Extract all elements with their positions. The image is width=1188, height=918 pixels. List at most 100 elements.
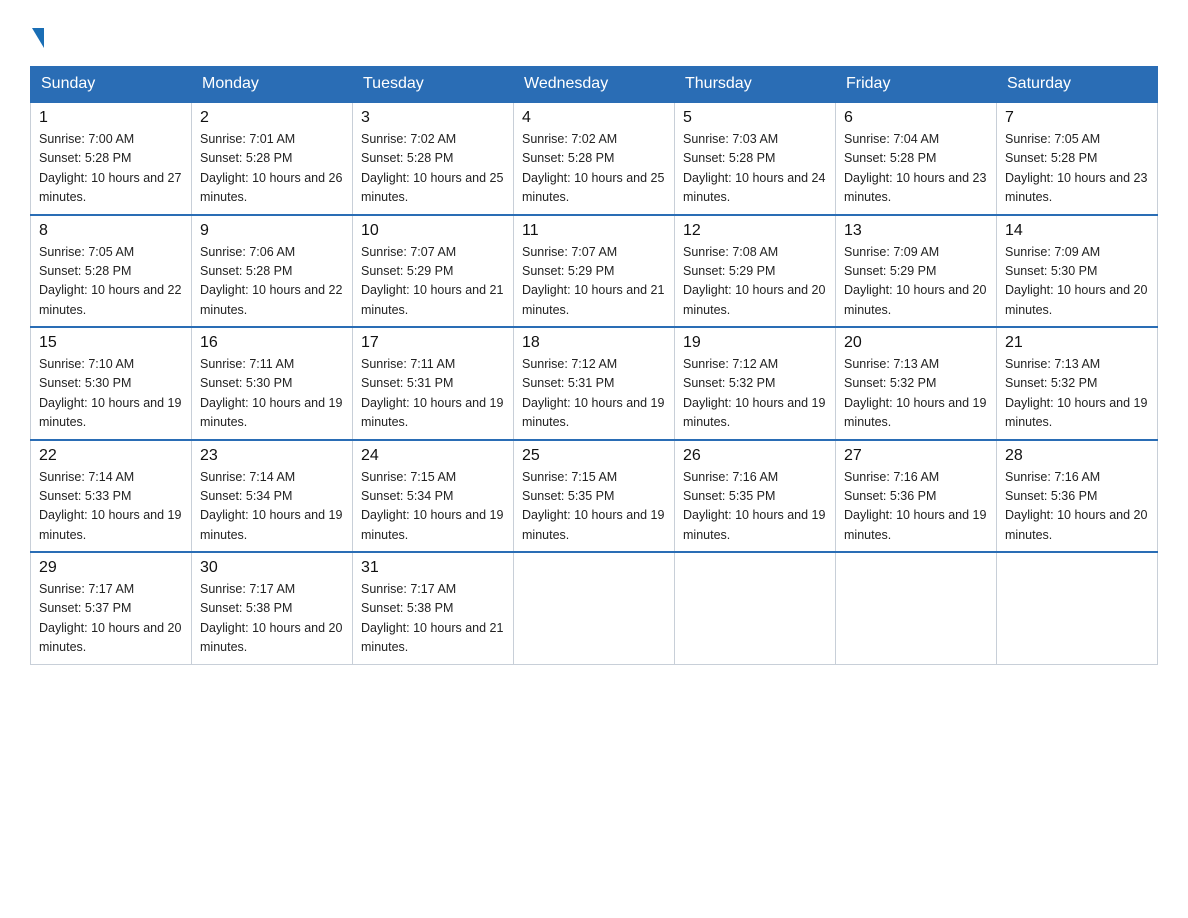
day-info: Sunrise: 7:16 AM Sunset: 5:36 PM Dayligh… bbox=[844, 468, 988, 546]
day-info: Sunrise: 7:03 AM Sunset: 5:28 PM Dayligh… bbox=[683, 130, 827, 208]
day-of-week-header: Monday bbox=[192, 67, 353, 103]
logo-triangle-icon bbox=[32, 28, 44, 48]
calendar-cell: 2 Sunrise: 7:01 AM Sunset: 5:28 PM Dayli… bbox=[192, 102, 353, 215]
day-number: 14 bbox=[1005, 222, 1149, 240]
day-number: 15 bbox=[39, 334, 183, 352]
day-number: 17 bbox=[361, 334, 505, 352]
calendar-week-row: 1 Sunrise: 7:00 AM Sunset: 5:28 PM Dayli… bbox=[31, 102, 1158, 215]
day-info: Sunrise: 7:05 AM Sunset: 5:28 PM Dayligh… bbox=[1005, 130, 1149, 208]
day-number: 9 bbox=[200, 222, 344, 240]
calendar-cell: 28 Sunrise: 7:16 AM Sunset: 5:36 PM Dayl… bbox=[997, 440, 1158, 553]
day-of-week-header: Friday bbox=[836, 67, 997, 103]
day-info: Sunrise: 7:02 AM Sunset: 5:28 PM Dayligh… bbox=[361, 130, 505, 208]
calendar-cell: 22 Sunrise: 7:14 AM Sunset: 5:33 PM Dayl… bbox=[31, 440, 192, 553]
day-info: Sunrise: 7:06 AM Sunset: 5:28 PM Dayligh… bbox=[200, 243, 344, 321]
day-info: Sunrise: 7:14 AM Sunset: 5:33 PM Dayligh… bbox=[39, 468, 183, 546]
calendar-cell: 19 Sunrise: 7:12 AM Sunset: 5:32 PM Dayl… bbox=[675, 327, 836, 440]
day-of-week-header: Sunday bbox=[31, 67, 192, 103]
calendar-cell: 13 Sunrise: 7:09 AM Sunset: 5:29 PM Dayl… bbox=[836, 215, 997, 328]
calendar-cell: 27 Sunrise: 7:16 AM Sunset: 5:36 PM Dayl… bbox=[836, 440, 997, 553]
day-info: Sunrise: 7:00 AM Sunset: 5:28 PM Dayligh… bbox=[39, 130, 183, 208]
day-number: 23 bbox=[200, 447, 344, 465]
calendar-cell: 20 Sunrise: 7:13 AM Sunset: 5:32 PM Dayl… bbox=[836, 327, 997, 440]
day-info: Sunrise: 7:05 AM Sunset: 5:28 PM Dayligh… bbox=[39, 243, 183, 321]
day-info: Sunrise: 7:04 AM Sunset: 5:28 PM Dayligh… bbox=[844, 130, 988, 208]
day-info: Sunrise: 7:11 AM Sunset: 5:30 PM Dayligh… bbox=[200, 355, 344, 433]
calendar-cell: 4 Sunrise: 7:02 AM Sunset: 5:28 PM Dayli… bbox=[514, 102, 675, 215]
day-of-week-header: Tuesday bbox=[353, 67, 514, 103]
calendar-cell: 26 Sunrise: 7:16 AM Sunset: 5:35 PM Dayl… bbox=[675, 440, 836, 553]
day-number: 7 bbox=[1005, 109, 1149, 127]
day-number: 24 bbox=[361, 447, 505, 465]
calendar-cell bbox=[675, 552, 836, 664]
day-info: Sunrise: 7:10 AM Sunset: 5:30 PM Dayligh… bbox=[39, 355, 183, 433]
calendar-cell: 15 Sunrise: 7:10 AM Sunset: 5:30 PM Dayl… bbox=[31, 327, 192, 440]
day-number: 4 bbox=[522, 109, 666, 127]
calendar-cell: 16 Sunrise: 7:11 AM Sunset: 5:30 PM Dayl… bbox=[192, 327, 353, 440]
calendar-week-row: 29 Sunrise: 7:17 AM Sunset: 5:37 PM Dayl… bbox=[31, 552, 1158, 664]
calendar-cell: 24 Sunrise: 7:15 AM Sunset: 5:34 PM Dayl… bbox=[353, 440, 514, 553]
day-info: Sunrise: 7:16 AM Sunset: 5:35 PM Dayligh… bbox=[683, 468, 827, 546]
day-number: 30 bbox=[200, 559, 344, 577]
day-number: 25 bbox=[522, 447, 666, 465]
calendar-table: SundayMondayTuesdayWednesdayThursdayFrid… bbox=[30, 66, 1158, 665]
day-info: Sunrise: 7:17 AM Sunset: 5:38 PM Dayligh… bbox=[361, 580, 505, 658]
day-info: Sunrise: 7:09 AM Sunset: 5:30 PM Dayligh… bbox=[1005, 243, 1149, 321]
day-number: 28 bbox=[1005, 447, 1149, 465]
calendar-cell: 11 Sunrise: 7:07 AM Sunset: 5:29 PM Dayl… bbox=[514, 215, 675, 328]
calendar-cell: 6 Sunrise: 7:04 AM Sunset: 5:28 PM Dayli… bbox=[836, 102, 997, 215]
day-number: 21 bbox=[1005, 334, 1149, 352]
calendar-cell bbox=[836, 552, 997, 664]
calendar-cell: 12 Sunrise: 7:08 AM Sunset: 5:29 PM Dayl… bbox=[675, 215, 836, 328]
day-info: Sunrise: 7:07 AM Sunset: 5:29 PM Dayligh… bbox=[361, 243, 505, 321]
day-number: 11 bbox=[522, 222, 666, 240]
calendar-cell: 7 Sunrise: 7:05 AM Sunset: 5:28 PM Dayli… bbox=[997, 102, 1158, 215]
day-number: 3 bbox=[361, 109, 505, 127]
calendar-cell: 25 Sunrise: 7:15 AM Sunset: 5:35 PM Dayl… bbox=[514, 440, 675, 553]
calendar-cell: 5 Sunrise: 7:03 AM Sunset: 5:28 PM Dayli… bbox=[675, 102, 836, 215]
day-info: Sunrise: 7:17 AM Sunset: 5:38 PM Dayligh… bbox=[200, 580, 344, 658]
day-info: Sunrise: 7:13 AM Sunset: 5:32 PM Dayligh… bbox=[844, 355, 988, 433]
day-number: 8 bbox=[39, 222, 183, 240]
day-number: 12 bbox=[683, 222, 827, 240]
day-info: Sunrise: 7:13 AM Sunset: 5:32 PM Dayligh… bbox=[1005, 355, 1149, 433]
page-header bbox=[30, 20, 1158, 48]
calendar-week-row: 22 Sunrise: 7:14 AM Sunset: 5:33 PM Dayl… bbox=[31, 440, 1158, 553]
day-info: Sunrise: 7:07 AM Sunset: 5:29 PM Dayligh… bbox=[522, 243, 666, 321]
day-info: Sunrise: 7:17 AM Sunset: 5:37 PM Dayligh… bbox=[39, 580, 183, 658]
calendar-week-row: 15 Sunrise: 7:10 AM Sunset: 5:30 PM Dayl… bbox=[31, 327, 1158, 440]
day-number: 1 bbox=[39, 109, 183, 127]
day-info: Sunrise: 7:09 AM Sunset: 5:29 PM Dayligh… bbox=[844, 243, 988, 321]
day-number: 27 bbox=[844, 447, 988, 465]
day-number: 2 bbox=[200, 109, 344, 127]
day-info: Sunrise: 7:16 AM Sunset: 5:36 PM Dayligh… bbox=[1005, 468, 1149, 546]
day-info: Sunrise: 7:11 AM Sunset: 5:31 PM Dayligh… bbox=[361, 355, 505, 433]
day-of-week-header: Wednesday bbox=[514, 67, 675, 103]
calendar-cell: 30 Sunrise: 7:17 AM Sunset: 5:38 PM Dayl… bbox=[192, 552, 353, 664]
day-number: 13 bbox=[844, 222, 988, 240]
calendar-cell: 29 Sunrise: 7:17 AM Sunset: 5:37 PM Dayl… bbox=[31, 552, 192, 664]
calendar-cell: 8 Sunrise: 7:05 AM Sunset: 5:28 PM Dayli… bbox=[31, 215, 192, 328]
day-number: 5 bbox=[683, 109, 827, 127]
day-number: 26 bbox=[683, 447, 827, 465]
day-info: Sunrise: 7:15 AM Sunset: 5:35 PM Dayligh… bbox=[522, 468, 666, 546]
day-number: 10 bbox=[361, 222, 505, 240]
logo bbox=[30, 20, 46, 48]
calendar-cell: 3 Sunrise: 7:02 AM Sunset: 5:28 PM Dayli… bbox=[353, 102, 514, 215]
day-number: 16 bbox=[200, 334, 344, 352]
day-number: 6 bbox=[844, 109, 988, 127]
day-number: 31 bbox=[361, 559, 505, 577]
calendar-cell: 18 Sunrise: 7:12 AM Sunset: 5:31 PM Dayl… bbox=[514, 327, 675, 440]
calendar-cell: 23 Sunrise: 7:14 AM Sunset: 5:34 PM Dayl… bbox=[192, 440, 353, 553]
calendar-header-row: SundayMondayTuesdayWednesdayThursdayFrid… bbox=[31, 67, 1158, 103]
calendar-week-row: 8 Sunrise: 7:05 AM Sunset: 5:28 PM Dayli… bbox=[31, 215, 1158, 328]
calendar-cell: 9 Sunrise: 7:06 AM Sunset: 5:28 PM Dayli… bbox=[192, 215, 353, 328]
day-info: Sunrise: 7:15 AM Sunset: 5:34 PM Dayligh… bbox=[361, 468, 505, 546]
day-info: Sunrise: 7:08 AM Sunset: 5:29 PM Dayligh… bbox=[683, 243, 827, 321]
calendar-cell: 1 Sunrise: 7:00 AM Sunset: 5:28 PM Dayli… bbox=[31, 102, 192, 215]
calendar-cell: 21 Sunrise: 7:13 AM Sunset: 5:32 PM Dayl… bbox=[997, 327, 1158, 440]
day-number: 29 bbox=[39, 559, 183, 577]
calendar-cell: 31 Sunrise: 7:17 AM Sunset: 5:38 PM Dayl… bbox=[353, 552, 514, 664]
day-number: 22 bbox=[39, 447, 183, 465]
calendar-cell: 17 Sunrise: 7:11 AM Sunset: 5:31 PM Dayl… bbox=[353, 327, 514, 440]
